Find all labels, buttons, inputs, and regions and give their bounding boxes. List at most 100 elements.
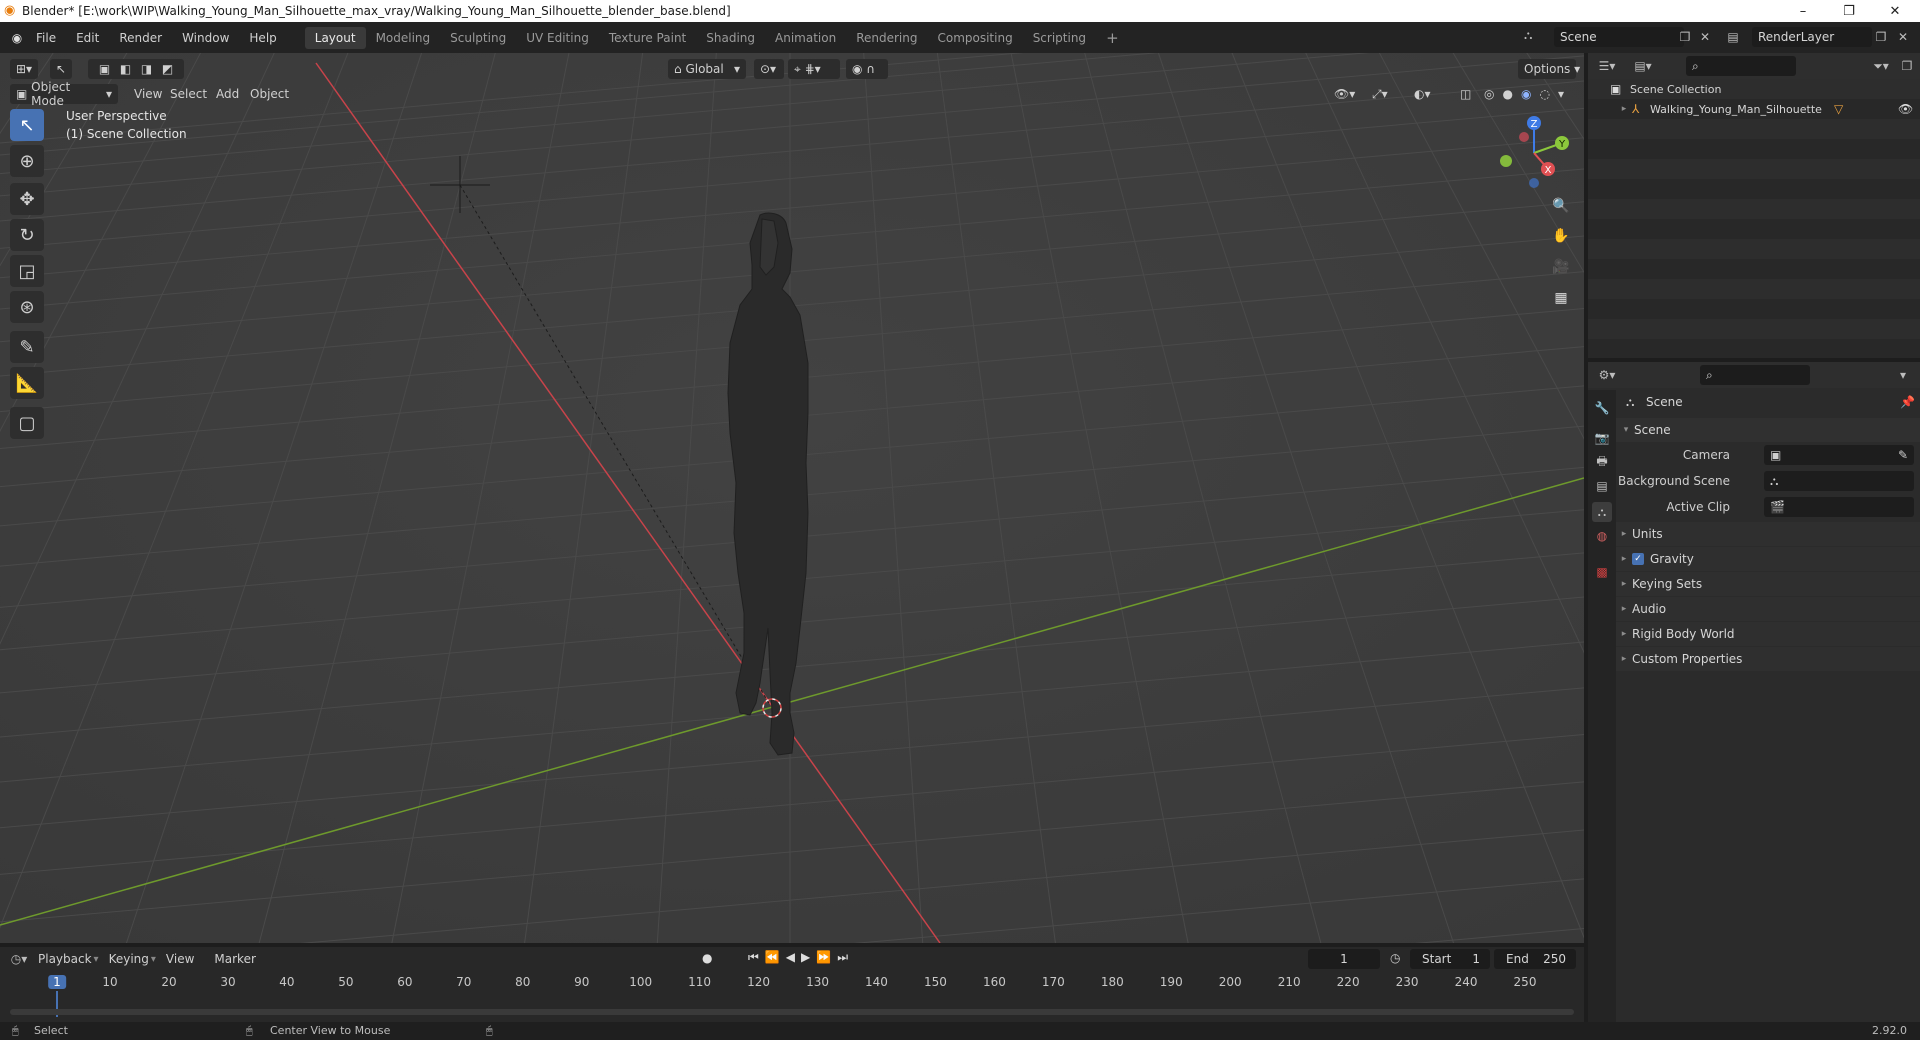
playback-controls[interactable]: ⏮⏪◀▶⏩⏭ [748, 950, 854, 965]
tab-shading[interactable]: Shading [696, 27, 765, 49]
options-dropdown[interactable]: Options ▾ [1518, 59, 1580, 79]
timeline-scrollbar[interactable] [10, 1009, 1574, 1015]
record-icon[interactable]: ● [702, 951, 712, 965]
gravity-panel-header[interactable]: ▸ ✓ Gravity [1616, 547, 1920, 571]
select-tool-icon[interactable]: ↖ [50, 59, 72, 79]
move-tool-icon[interactable]: ✥ [10, 183, 44, 215]
outliner-search-input[interactable]: ⌕ [1686, 56, 1796, 76]
solid-shading-icon[interactable]: ● [1502, 87, 1512, 101]
zoom-view-icon[interactable]: 🔍 [1548, 193, 1574, 219]
jump-end-icon[interactable]: ⏭ [837, 950, 854, 964]
active-clip-field[interactable]: 🎬 [1764, 497, 1914, 517]
timeline-menu-marker[interactable]: Marker [204, 952, 265, 966]
expand-arrow-icon[interactable]: ▸ [1616, 604, 1632, 614]
properties-options-icon[interactable]: ▾ [1894, 366, 1912, 384]
xray-toggle-icon[interactable]: ◫ [1454, 84, 1477, 104]
tab-sculpting[interactable]: Sculpting [440, 27, 516, 49]
gizmo-toggle-icon[interactable]: ⤢▾ [1366, 84, 1394, 104]
object-mode-dropdown[interactable]: ▣ Object Mode ▾ [10, 80, 118, 108]
camera-view-icon[interactable]: 🎥 [1548, 254, 1574, 280]
menu-edit[interactable]: Edit [66, 31, 109, 45]
timeline-menu-view[interactable]: View [156, 952, 204, 966]
gravity-checkbox[interactable]: ✓ [1632, 553, 1644, 565]
menu-render[interactable]: Render [109, 31, 172, 45]
current-frame-field[interactable]: 1 [1308, 949, 1380, 969]
close-button[interactable]: ✕ [1872, 0, 1918, 22]
viewport-menu-object[interactable]: Object [244, 84, 295, 104]
outliner-row-object[interactable]: ▸ ⅄ Walking_Young_Man_Silhouette ▽ 👁 [1588, 99, 1920, 119]
visibility-eye-icon[interactable]: 👁 [1898, 102, 1913, 116]
minimize-button[interactable]: – [1780, 0, 1826, 22]
viewport-menu-add[interactable]: Add [210, 84, 245, 104]
add-workspace-button[interactable]: + [1096, 27, 1129, 49]
selection-mode-buttons[interactable]: ▣ ◧ ◨ ◩ [88, 59, 184, 79]
tab-compositing[interactable]: Compositing [927, 27, 1022, 49]
transform-tool-icon[interactable]: ⊛ [10, 291, 44, 323]
viewport-menu-view[interactable]: View [128, 84, 168, 104]
editor-type-icon[interactable]: ⊞▾ [10, 59, 38, 79]
keying-sets-panel-header[interactable]: ▸ Keying Sets [1616, 572, 1920, 596]
timeline-menu-playback[interactable]: Playback [28, 952, 102, 966]
mesh-data-icon[interactable]: ▽ [1834, 102, 1843, 116]
scale-tool-icon[interactable]: ◲ [10, 255, 44, 287]
end-frame-field[interactable]: End 250 [1494, 949, 1576, 969]
timeline-editor-type-icon[interactable]: ◷▾ [10, 950, 28, 968]
tab-layout[interactable]: Layout [304, 26, 366, 49]
tool-tab-icon[interactable]: 🔧 [1592, 398, 1612, 418]
expand-arrow-icon[interactable]: ▸ [1616, 554, 1632, 564]
viewport-menu-select[interactable]: Select [164, 84, 213, 104]
scene-tab-icon[interactable]: ⛬ [1592, 502, 1612, 522]
rigid-body-world-panel-header[interactable]: ▸ Rigid Body World [1616, 622, 1920, 646]
display-mode-icon[interactable]: ▤▾ [1634, 57, 1652, 75]
play-icon[interactable]: ▶ [801, 950, 816, 964]
scene-selector-icon[interactable]: ⛬ [1524, 28, 1532, 43]
properties-editor-type-icon[interactable]: ⚙▾ [1598, 366, 1616, 384]
expand-arrow-icon[interactable]: ▸ [1616, 104, 1632, 114]
maximize-button[interactable]: ❐ [1826, 0, 1872, 22]
output-tab-icon[interactable]: 🖶 [1592, 452, 1612, 472]
outliner-editor-type-icon[interactable]: ☰▾ [1598, 57, 1616, 75]
expand-arrow-icon[interactable]: ▸ [1616, 629, 1632, 639]
wireframe-shading-icon[interactable]: ◎ [1484, 87, 1494, 101]
add-cube-tool-icon[interactable]: ▢ [10, 407, 44, 439]
delete-scene-icon[interactable]: ✕ [1696, 28, 1714, 46]
annotate-tool-icon[interactable]: ✎ [10, 331, 44, 363]
properties-search-input[interactable]: ⌕ [1700, 365, 1810, 385]
timeline-menu-keying[interactable]: Keying [99, 952, 159, 966]
3d-viewport[interactable]: ⊞▾ ↖ ▣ ◧ ◨ ◩ ⌂ Global ▾ ⊙▾ ⌖ ⋕▾ ◉ ∩ Options … [0, 53, 1584, 943]
next-keyframe-icon[interactable]: ⏩ [816, 950, 837, 964]
preview-range-icon[interactable]: ◷ [1390, 951, 1400, 965]
units-panel-header[interactable]: ▸ Units [1616, 522, 1920, 546]
overlay-toggle-icon[interactable]: ◐▾ [1408, 84, 1437, 104]
new-view-layer-icon[interactable]: ❐ [1872, 28, 1890, 46]
collapse-arrow-icon[interactable]: ▾ [1618, 425, 1634, 435]
jump-start-icon[interactable]: ⏮ [748, 950, 765, 964]
pin-icon[interactable]: 📌 [1900, 395, 1915, 409]
camera-field[interactable]: ▣ ✎ [1764, 445, 1914, 465]
delete-view-layer-icon[interactable]: ✕ [1894, 28, 1912, 46]
pan-view-icon[interactable]: ✋ [1548, 223, 1574, 249]
menu-window[interactable]: Window [172, 31, 239, 45]
scene-panel-header[interactable]: ▾ Scene [1616, 418, 1920, 442]
expand-arrow-icon[interactable]: ▸ [1616, 529, 1632, 539]
select-subtract-icon[interactable]: ◨ [141, 62, 152, 76]
new-collection-icon[interactable]: ❐ [1898, 57, 1916, 75]
view-layer-tab-icon[interactable]: ▤ [1592, 476, 1612, 496]
start-frame-field[interactable]: Start 1 [1410, 949, 1490, 969]
filter-icon[interactable]: ⏷▾ [1872, 57, 1890, 75]
view-layer-icon[interactable]: ▤ [1724, 28, 1742, 46]
proportional-edit-icon[interactable]: ◉ ∩ [846, 59, 888, 79]
expand-arrow-icon[interactable]: ▸ [1616, 654, 1632, 664]
scene-name-field[interactable]: Scene [1554, 27, 1684, 47]
tab-rendering[interactable]: Rendering [846, 27, 927, 49]
new-scene-icon[interactable]: ❐ [1676, 28, 1694, 46]
rotate-tool-icon[interactable]: ↻ [10, 219, 44, 251]
play-reverse-icon[interactable]: ◀ [786, 950, 801, 964]
blender-menu-icon[interactable]: ◉ [8, 29, 26, 47]
transform-orientation-dropdown[interactable]: ⌂ Global ▾ [668, 59, 746, 79]
visibility-icon[interactable]: 👁▾ [1328, 84, 1361, 104]
material-shading-icon[interactable]: ◉ [1521, 87, 1531, 101]
tab-texture-paint[interactable]: Texture Paint [599, 27, 696, 49]
expand-arrow-icon[interactable]: ▸ [1616, 579, 1632, 589]
select-extend-icon[interactable]: ◧ [120, 62, 131, 76]
